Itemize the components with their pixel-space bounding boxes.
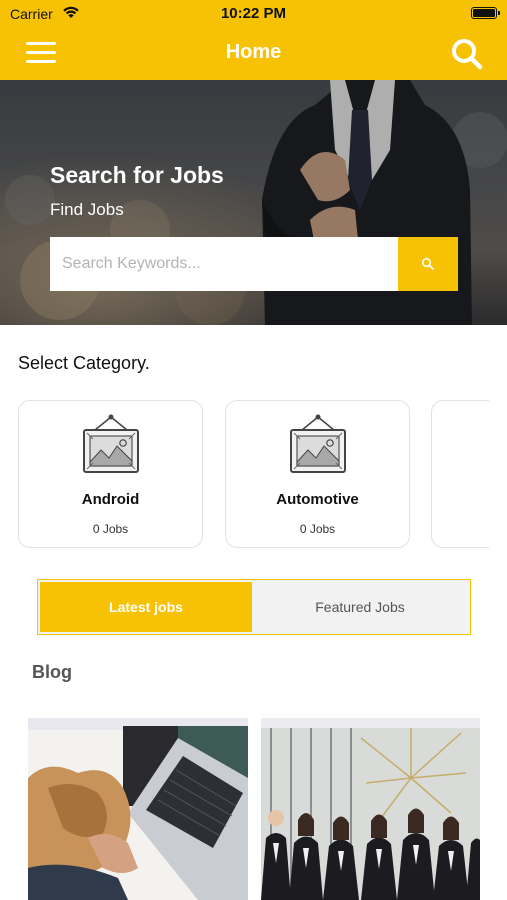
picture-frame-icon: [83, 414, 139, 473]
nav-bar: Home: [0, 28, 507, 80]
search-input[interactable]: [50, 237, 398, 291]
blog-post-image: [261, 718, 480, 900]
tab-featured-jobs[interactable]: Featured Jobs: [252, 582, 468, 632]
hero-banner: Search for Jobs Find Jobs: [0, 80, 507, 325]
category-count: 0 Jobs: [92, 522, 129, 536]
search-bar: [50, 237, 458, 291]
blog-post-card[interactable]: [28, 718, 248, 900]
blog-post-card[interactable]: [261, 718, 480, 900]
category-heading: Select Category.: [18, 353, 150, 373]
tab-latest-jobs[interactable]: Latest jobs: [40, 582, 252, 632]
battery-icon: [471, 7, 500, 19]
search-button[interactable]: [398, 237, 458, 291]
category-carousel[interactable]: Android 0 Jobs Automotive 0 Jobs: [0, 398, 489, 550]
status-bar: Carrier 10:22 PM: [0, 0, 507, 28]
picture-frame-icon: [290, 414, 346, 473]
hero-subtitle: Find Jobs: [50, 200, 124, 219]
category-count: 0 Jobs: [299, 522, 336, 536]
status-time: 10:22 PM: [220, 5, 287, 22]
category-name: Android: [81, 491, 140, 508]
page-title: Home: [225, 41, 282, 63]
job-tabs: Latest jobs Featured Jobs: [37, 579, 471, 635]
category-card-android[interactable]: Android 0 Jobs: [18, 400, 203, 548]
hero-title: Search for Jobs: [50, 162, 224, 188]
search-icon[interactable]: [449, 36, 485, 72]
category-name: Automotive: [276, 491, 359, 508]
category-card-partial[interactable]: [431, 400, 489, 548]
blog-post-image: [28, 718, 248, 900]
blog-heading: Blog: [32, 662, 72, 682]
search-icon: [421, 257, 434, 270]
category-card-automotive[interactable]: Automotive 0 Jobs: [225, 400, 410, 548]
